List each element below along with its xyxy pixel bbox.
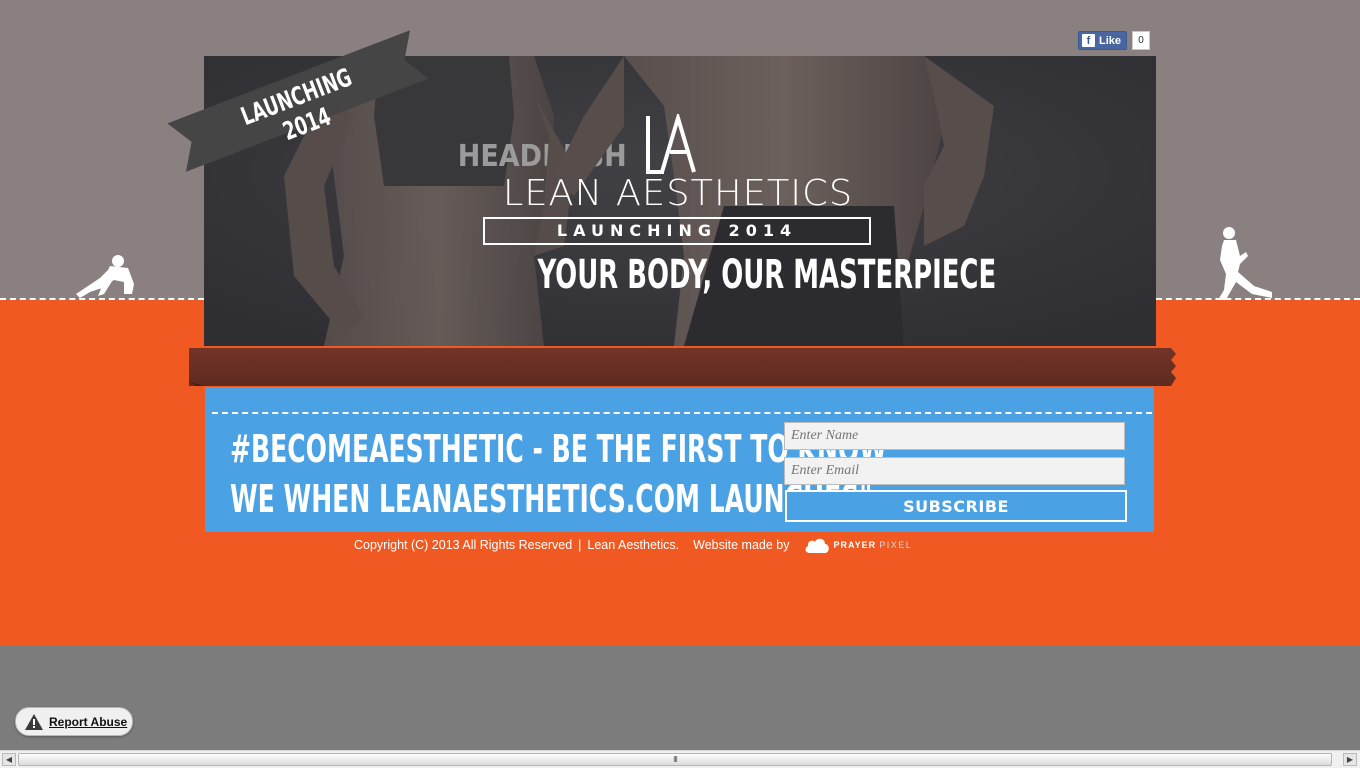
name-field[interactable] <box>784 422 1125 450</box>
footer-separator: | <box>578 538 582 552</box>
scroll-right-arrow-icon[interactable]: ▶ <box>1343 753 1357 766</box>
made-by-text: Website made by <box>693 538 790 552</box>
prayer-pixel-logo[interactable]: PRAYER PIXEL <box>804 537 913 553</box>
tagline: YOUR BODY, OUR MASTERPIECE <box>537 252 997 298</box>
brown-banner <box>189 348 1176 386</box>
subscribe-button[interactable]: SUBSCRIBE <box>785 490 1127 522</box>
promo-line-1: #BECOMEAESTHETIC - BE THE FIRST TO KNOW <box>230 427 887 471</box>
footer: Copyright (C) 2013 All Rights Reserved |… <box>354 537 912 553</box>
scrollbar-thumb[interactable]: III <box>18 753 1332 766</box>
facebook-like-count: 0 <box>1132 31 1151 50</box>
cloud-icon <box>805 538 829 553</box>
promo-text: #BECOMEAESTHETIC - BE THE FIRST TO KNOW … <box>230 424 887 524</box>
launching-box: LAUNCHING 2014 <box>483 217 871 245</box>
maker-name-b: PIXEL <box>879 540 913 550</box>
facebook-like-label: Like <box>1099 34 1122 47</box>
company-name: Lean Aesthetics. <box>587 538 680 552</box>
email-field[interactable] <box>784 457 1125 485</box>
brand-name: LEAN AESTHETICS <box>502 173 854 214</box>
maker-name-a: PRAYER <box>833 540 877 550</box>
bottom-background <box>0 646 1360 750</box>
scroll-left-arrow-icon[interactable]: ◀ <box>2 753 16 766</box>
horizontal-scrollbar[interactable]: ◀ III ▶ <box>0 750 1360 768</box>
warning-icon <box>25 713 43 730</box>
promo-line-2: WE WHEN LEANAESTHETICS.COM LAUNCHES" <box>230 477 873 521</box>
athlete-silhouette-left <box>76 255 134 298</box>
la-logo-icon <box>646 114 696 174</box>
facebook-like-button[interactable]: f Like <box>1078 31 1128 50</box>
copyright-text: Copyright (C) 2013 All Rights Reserved <box>354 538 573 552</box>
facebook-f-icon: f <box>1082 34 1095 47</box>
facebook-like-widget: f Like 0 <box>1078 31 1151 50</box>
panel-dashed-divider <box>212 412 1152 414</box>
athlete-silhouette-right <box>1218 227 1272 300</box>
report-abuse-label: Report Abuse <box>49 714 128 729</box>
report-abuse-button[interactable]: Report Abuse <box>15 707 133 736</box>
